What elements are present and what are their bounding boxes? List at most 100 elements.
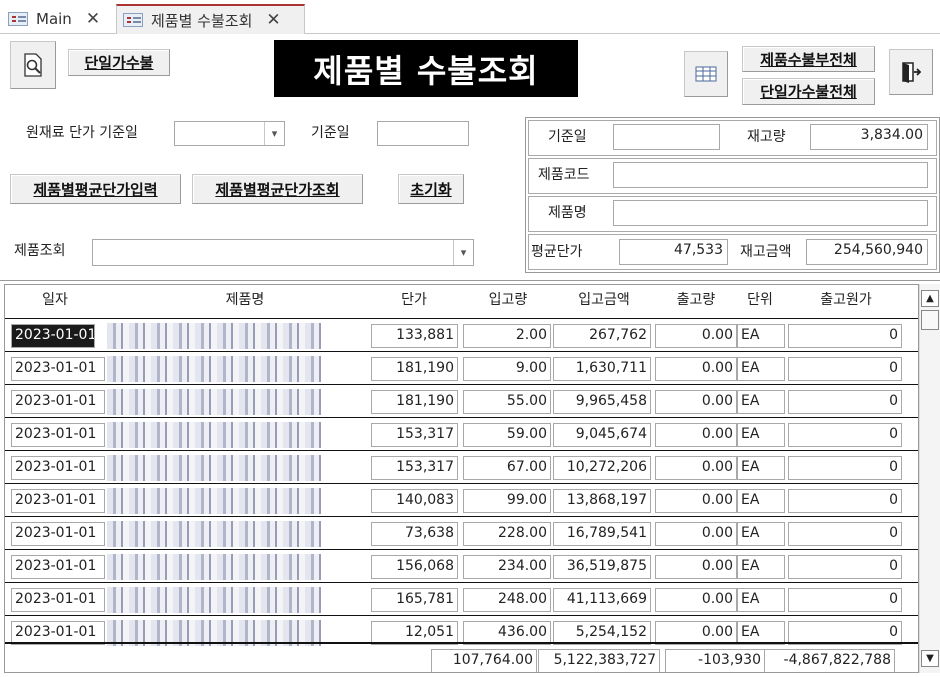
cell-in-amount[interactable]: 1,630,711 xyxy=(553,357,651,381)
chevron-down-icon[interactable]: ▾ xyxy=(453,240,473,265)
cell-unit[interactable]: EA xyxy=(737,456,785,480)
cell-in-amount[interactable]: 13,868,197 xyxy=(553,489,651,513)
info-stock-amount-field[interactable]: 254,560,940 xyxy=(806,239,928,265)
table-row[interactable]: 2023-01-01 165,781 248.00 41,113,669 0.00 EA 0 xyxy=(5,582,918,615)
cell-in-qty[interactable]: 234.00 xyxy=(463,555,551,579)
cell-product-name-redacted[interactable] xyxy=(107,455,321,481)
cell-in-qty[interactable]: 55.00 xyxy=(463,390,551,414)
cell-unit[interactable]: EA xyxy=(737,555,785,579)
cell-unit-price[interactable]: 153,317 xyxy=(371,456,458,480)
scroll-down-icon[interactable]: ▼ xyxy=(921,650,939,667)
cell-date[interactable]: 2023-01-01 xyxy=(11,423,105,447)
cell-in-qty[interactable]: 9.00 xyxy=(463,357,551,381)
cell-unit[interactable]: EA xyxy=(737,390,785,414)
cell-product-name-redacted[interactable] xyxy=(107,389,321,415)
tab-product-flow[interactable]: 제품별 수불조회 ✕ xyxy=(116,4,305,34)
cell-date[interactable]: 2023-01-01 xyxy=(11,588,105,612)
base-date-input[interactable] xyxy=(377,121,469,146)
cell-unit[interactable]: EA xyxy=(737,324,785,348)
cell-in-qty[interactable]: 228.00 xyxy=(463,522,551,546)
close-icon[interactable]: ✕ xyxy=(266,10,280,30)
cell-date[interactable]: 2023-01-01 xyxy=(11,456,105,480)
cell-out-qty[interactable]: 0.00 xyxy=(655,489,737,513)
cell-out-cost[interactable]: 0 xyxy=(788,456,902,480)
avg-price-query-button[interactable]: 제품별평균단가조회 xyxy=(192,174,363,204)
cell-unit-price[interactable]: 133,881 xyxy=(371,324,458,348)
cell-unit[interactable]: EA xyxy=(737,357,785,381)
cell-in-qty[interactable]: 67.00 xyxy=(463,456,551,480)
cell-product-name-redacted[interactable] xyxy=(107,587,321,613)
cell-date[interactable]: 2023-01-01 xyxy=(11,522,105,546)
cell-product-name-redacted[interactable] xyxy=(107,521,321,547)
cell-in-amount[interactable]: 9,965,458 xyxy=(553,390,651,414)
cell-out-cost[interactable]: 0 xyxy=(788,555,902,579)
product-ledger-all-button[interactable]: 제품수불부전체 xyxy=(742,46,875,72)
cell-date[interactable]: 2023-01-01 xyxy=(11,555,105,579)
material-price-date-combo[interactable]: ▾ xyxy=(174,121,285,146)
vertical-scrollbar[interactable]: ▲ ▼ xyxy=(919,284,940,673)
cell-in-amount[interactable]: 41,113,669 xyxy=(553,588,651,612)
cell-out-qty[interactable]: 0.00 xyxy=(655,423,737,447)
datasheet-button[interactable] xyxy=(684,51,728,97)
unit-price-flow-button[interactable]: 단일가수불 xyxy=(68,49,170,76)
cell-product-name-redacted[interactable] xyxy=(107,323,321,349)
cell-in-qty[interactable]: 59.00 xyxy=(463,423,551,447)
scroll-thumb[interactable] xyxy=(921,310,939,330)
info-stock-qty-field[interactable]: 3,834.00 xyxy=(810,124,928,150)
info-product-name-field[interactable] xyxy=(613,200,928,226)
info-avg-price-field[interactable]: 47,533 xyxy=(619,239,728,265)
cell-unit-price[interactable]: 156,068 xyxy=(371,555,458,579)
table-row[interactable]: 2023-01-01 133,881 2.00 267,762 0.00 EA 0 xyxy=(5,318,918,351)
chevron-down-icon[interactable]: ▾ xyxy=(264,122,284,145)
tab-main[interactable]: Main ✕ xyxy=(0,4,113,34)
cell-unit-price[interactable]: 140,083 xyxy=(371,489,458,513)
product-search-combo[interactable]: ▾ xyxy=(92,239,474,266)
unit-price-all-button[interactable]: 단일가수불전체 xyxy=(742,78,875,105)
cell-out-qty[interactable]: 0.00 xyxy=(655,456,737,480)
table-row[interactable]: 2023-01-01 73,638 228.00 16,789,541 0.00 EA 0 xyxy=(5,516,918,549)
cell-out-cost[interactable]: 0 xyxy=(788,390,902,414)
cell-product-name-redacted[interactable] xyxy=(107,554,321,580)
cell-unit-price[interactable]: 165,781 xyxy=(371,588,458,612)
cell-in-qty[interactable]: 2.00 xyxy=(463,324,551,348)
cell-in-amount[interactable]: 9,045,674 xyxy=(553,423,651,447)
table-row[interactable]: 2023-01-01 181,190 9.00 1,630,711 0.00 EA 0 xyxy=(5,351,918,384)
table-row[interactable]: 2023-01-01 153,317 67.00 10,272,206 0.00 EA 0 xyxy=(5,450,918,483)
cell-in-amount[interactable]: 267,762 xyxy=(553,324,651,348)
cell-out-qty[interactable]: 0.00 xyxy=(655,324,737,348)
cell-out-cost[interactable]: 0 xyxy=(788,357,902,381)
cell-in-qty[interactable]: 99.00 xyxy=(463,489,551,513)
cell-product-name-redacted[interactable] xyxy=(107,422,321,448)
cell-out-cost[interactable]: 0 xyxy=(788,588,902,612)
cell-out-qty[interactable]: 0.00 xyxy=(655,390,737,414)
cell-unit-price[interactable]: 153,317 xyxy=(371,423,458,447)
info-product-code-field[interactable] xyxy=(613,162,928,188)
exit-button[interactable] xyxy=(889,49,933,95)
cell-date[interactable]: 2023-01-01 xyxy=(11,324,95,348)
avg-price-entry-button[interactable]: 제품별평균단가입력 xyxy=(10,174,181,204)
print-preview-button[interactable] xyxy=(10,41,56,89)
cell-product-name-redacted[interactable] xyxy=(107,488,321,514)
cell-out-cost[interactable]: 0 xyxy=(788,324,902,348)
cell-in-amount[interactable]: 16,789,541 xyxy=(553,522,651,546)
info-base-date-field[interactable] xyxy=(613,124,720,150)
cell-date[interactable]: 2023-01-01 xyxy=(11,489,105,513)
cell-out-cost[interactable]: 0 xyxy=(788,423,902,447)
cell-in-amount[interactable]: 10,272,206 xyxy=(553,456,651,480)
cell-out-qty[interactable]: 0.00 xyxy=(655,588,737,612)
table-row[interactable]: 2023-01-01 156,068 234.00 36,519,875 0.00 EA 0 xyxy=(5,549,918,582)
cell-unit[interactable]: EA xyxy=(737,423,785,447)
cell-in-amount[interactable]: 36,519,875 xyxy=(553,555,651,579)
cell-out-qty[interactable]: 0.00 xyxy=(655,522,737,546)
cell-date[interactable]: 2023-01-01 xyxy=(11,357,105,381)
close-icon[interactable]: ✕ xyxy=(86,9,100,29)
cell-out-qty[interactable]: 0.00 xyxy=(655,555,737,579)
cell-unit-price[interactable]: 181,190 xyxy=(371,390,458,414)
cell-unit[interactable]: EA xyxy=(737,489,785,513)
cell-unit-price[interactable]: 73,638 xyxy=(371,522,458,546)
cell-product-name-redacted[interactable] xyxy=(107,356,321,382)
cell-unit[interactable]: EA xyxy=(737,522,785,546)
table-row[interactable]: 2023-01-01 181,190 55.00 9,965,458 0.00 EA 0 xyxy=(5,384,918,417)
cell-in-qty[interactable]: 248.00 xyxy=(463,588,551,612)
cell-out-cost[interactable]: 0 xyxy=(788,489,902,513)
